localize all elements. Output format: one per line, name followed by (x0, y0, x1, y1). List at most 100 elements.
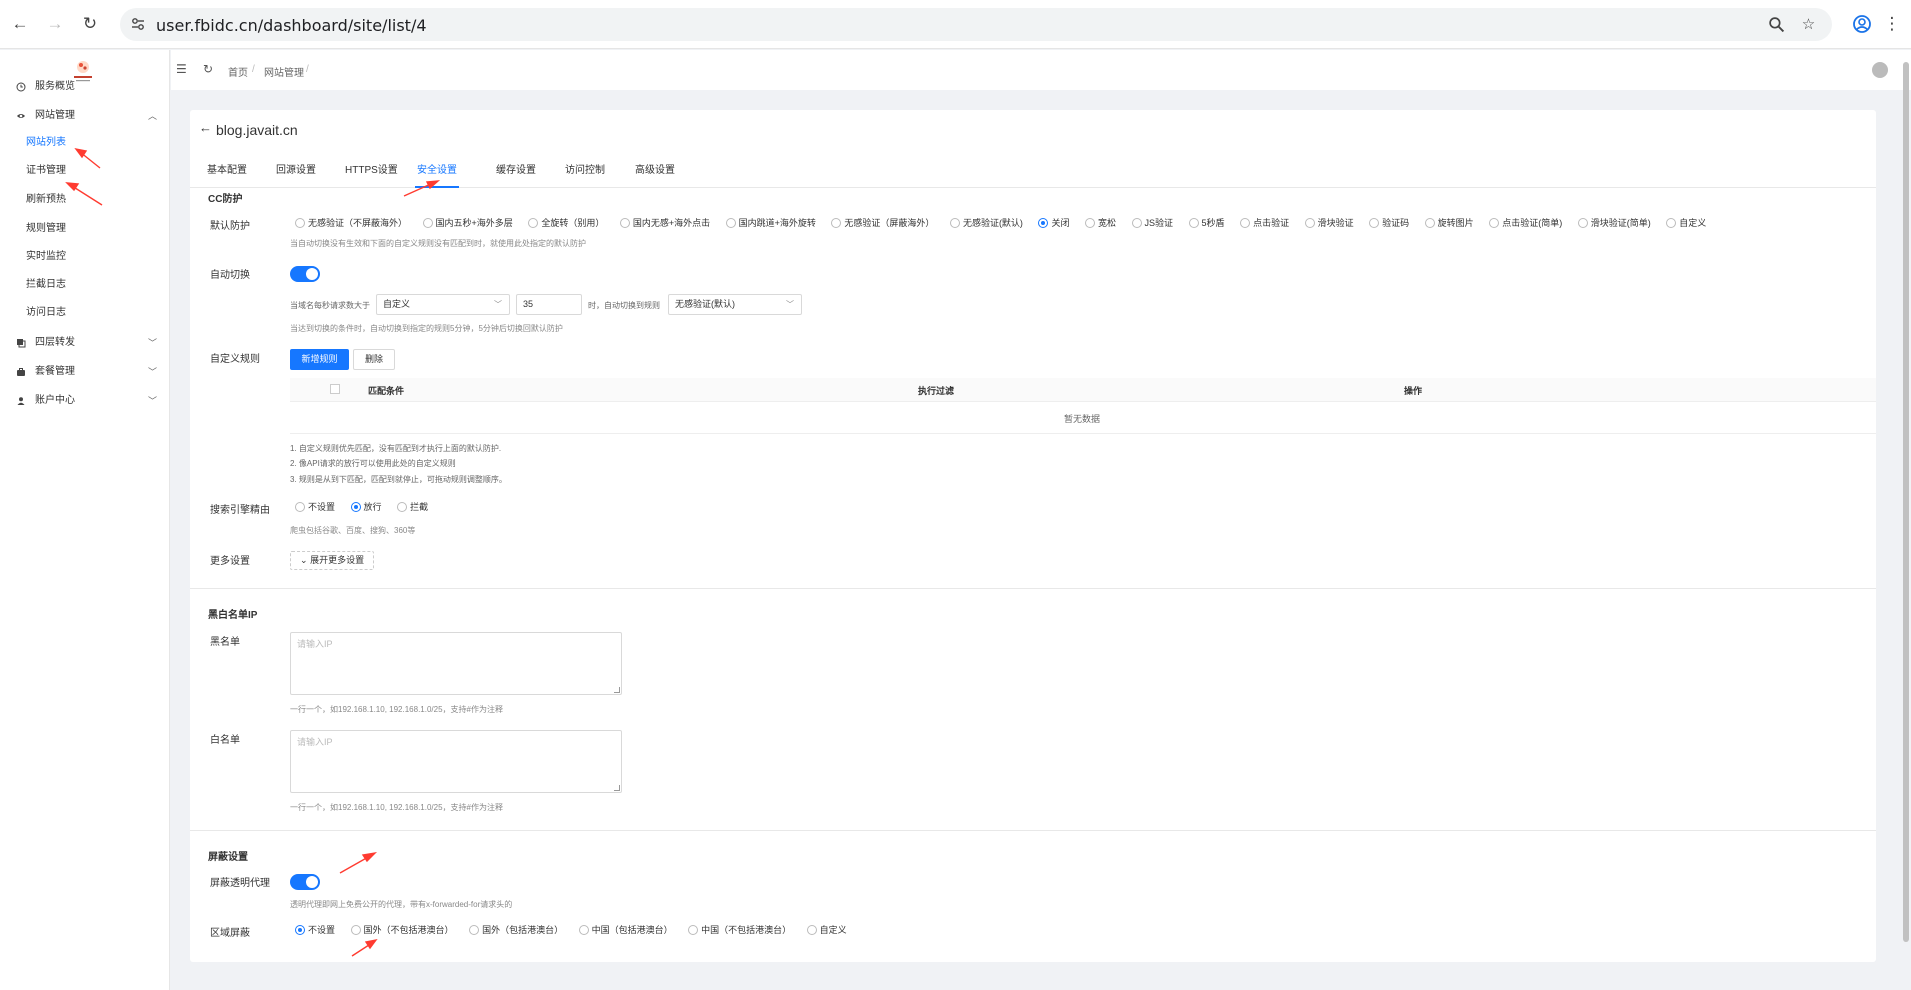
radio-option[interactable]: 点击验证 (1240, 216, 1289, 229)
sidebar-item-monitor[interactable]: 实时监控 (26, 246, 66, 268)
tab-advanced[interactable]: 高级设置 (635, 161, 675, 188)
sidebar-item-certificates[interactable]: 证书管理 (26, 160, 66, 182)
radio-option[interactable]: 国外（包括港澳台） (469, 923, 563, 936)
radio-option[interactable]: 验证码 (1369, 216, 1409, 229)
blacklist-textarea[interactable]: 请输入IP (290, 632, 622, 695)
radio-option[interactable]: 自定义 (806, 923, 847, 936)
search-engine-radios: 不设置 放行 拦截 (295, 500, 441, 514)
site-settings-icon[interactable] (130, 16, 146, 32)
search-engine-label: 搜索引擎精由 (210, 505, 270, 516)
whitelist-hint: 一行一个，如192.168.1.10, 192.168.1.0/25，支持#作为… (290, 803, 503, 812)
tab-access-control[interactable]: 访问控制 (565, 161, 605, 188)
add-rule-button[interactable]: 新增规则 (290, 349, 349, 370)
top-bar: ☰ ↻ 首页 / 网站管理 / (171, 50, 1911, 90)
radio-option[interactable]: 全旋转（别用） (528, 216, 604, 229)
radio-option[interactable]: 中国（不包括港澳台） (688, 923, 791, 936)
auto-switch-rule-select[interactable]: 无感验证(默认) ﹀ (668, 294, 802, 315)
radio-option[interactable]: 中国（包括港澳台） (578, 923, 673, 936)
radio-option[interactable]: JS验证 (1131, 216, 1173, 229)
menu-item-overview[interactable]: 服务概览 (0, 75, 170, 99)
column-action: 执行过滤 (918, 386, 955, 396)
transparent-proxy-hint: 透明代理即网上免费公开的代理，带有x-forwarded-for请求头的 (290, 900, 513, 909)
url-text[interactable]: user.fbidc.cn/dashboard/site/list/4 (156, 16, 427, 35)
auto-switch-prefix: 当域名每秒请求数大于 (290, 301, 370, 310)
site-settings-card: ← blog.javait.cn 基本配置 回源设置 HTTPS设置 安全设置 … (190, 110, 1876, 962)
radio-option[interactable]: 滑块验证(简单) (1577, 216, 1651, 229)
refresh-icon[interactable]: ↻ (203, 63, 215, 75)
radio-option[interactable]: 点击验证(简单) (1489, 216, 1562, 229)
search-engine-hint: 爬虫包括谷歌、百度、搜狗、360等 (290, 526, 416, 535)
radio-option[interactable]: 国内无感+海外点击 (619, 216, 710, 229)
chevron-down-icon: ⌄ (300, 555, 308, 565)
section-divider (190, 830, 1876, 831)
radio-option[interactable]: 国内跳道+海外旋转 (725, 216, 816, 229)
radio-option[interactable]: 国外（不包括港澳台） (350, 923, 454, 936)
menu-kebab-icon[interactable]: ⋮ (1882, 14, 1902, 34)
delete-rule-button[interactable]: 删除 (353, 349, 395, 370)
tab-origin[interactable]: 回源设置 (276, 161, 316, 188)
sidebar-item-refresh-prefetch[interactable]: 刷新预热 (26, 189, 66, 211)
page-title: blog.javait.cn (216, 122, 298, 138)
tab-basic[interactable]: 基本配置 (207, 161, 247, 188)
auto-switch-hint: 当达到切换的条件时，自动切换到指定的规则5分钟，5分钟后切换回默认防护 (290, 324, 563, 333)
profile-icon[interactable] (1852, 14, 1872, 34)
radio-option[interactable]: 滑块验证 (1304, 216, 1354, 229)
sidebar-item-rules[interactable]: 规则管理 (26, 218, 66, 240)
tab-security[interactable]: 安全设置 (415, 161, 459, 188)
radio-option-selected[interactable]: 不设置 (295, 923, 335, 936)
transparent-proxy-toggle[interactable] (290, 874, 320, 890)
ip-section-title: 黑白名单IP (208, 610, 258, 621)
more-settings-label: 更多设置 (210, 556, 250, 567)
tab-https[interactable]: HTTPS设置 (345, 161, 398, 188)
radio-option[interactable]: 不设置 (295, 500, 335, 513)
radio-option[interactable]: 自定义 (1666, 216, 1706, 229)
back-arrow-icon[interactable]: ← (199, 120, 212, 135)
radio-option[interactable]: 国内五秒+海外多层 (422, 216, 513, 229)
page-scrollbar[interactable] (1903, 62, 1909, 942)
collapse-menu-icon[interactable]: ☰ (176, 63, 188, 75)
radio-option[interactable]: 无感验证（屏蔽海外） (831, 216, 934, 229)
default-protection-radios: 无感验证（不屏蔽海外） 国内五秒+海外多层 全旋转（别用） 国内无感+海外点击 … (295, 216, 1719, 230)
blacklist-label: 黑名单 (210, 637, 240, 648)
back-icon[interactable]: ← (10, 14, 30, 34)
browser-toolbar: ← → ↻ user.fbidc.cn/dashboard/site/list/… (0, 0, 1911, 49)
menu-label: 网站管理 (35, 110, 75, 121)
forward-icon[interactable]: → (45, 14, 65, 34)
menu-item-site-management[interactable]: 网站管理 ︿ (0, 104, 170, 128)
breadcrumb-home[interactable]: 首页 (228, 64, 248, 79)
menu-label: 账户中心 (35, 395, 75, 406)
expand-more-settings-button[interactable]: ⌄ 展开更多设置 (290, 551, 375, 570)
select-all-checkbox[interactable] (330, 384, 340, 394)
zoom-icon[interactable] (1768, 16, 1785, 33)
address-bar[interactable]: user.fbidc.cn/dashboard/site/list/4 ☆ (120, 8, 1832, 41)
auto-switch-middle: 时，自动切换到规则 (588, 301, 660, 310)
sidebar-item-site-list[interactable]: 网站列表 (26, 132, 66, 154)
menu-item-plans[interactable]: 套餐管理 ﹀ (0, 360, 170, 384)
menu-item-account[interactable]: 账户中心 ﹀ (0, 389, 170, 413)
auto-switch-mode-select[interactable]: 自定义 ﹀ (376, 294, 510, 315)
tab-cache[interactable]: 缓存设置 (496, 161, 536, 188)
radio-option[interactable]: 无感验证(默认) (949, 216, 1023, 229)
column-match: 匹配条件 (368, 386, 405, 396)
auto-switch-toggle[interactable] (290, 266, 320, 282)
radio-option[interactable]: 宽松 (1084, 216, 1116, 229)
auto-switch-label: 自动切换 (210, 270, 250, 281)
radio-option-selected[interactable]: 关闭 (1038, 216, 1069, 229)
radio-option[interactable]: 5秒盾 (1188, 216, 1225, 229)
avatar[interactable] (1872, 62, 1888, 78)
menu-label: 四层转发 (35, 337, 75, 348)
menu-item-l4-forward[interactable]: 四层转发 ﹀ (0, 331, 170, 355)
breadcrumb-site-management[interactable]: 网站管理 (264, 64, 304, 79)
sidebar-item-block-log[interactable]: 拦截日志 (26, 274, 66, 296)
whitelist-textarea[interactable]: 请输入IP (290, 730, 622, 793)
table-header: 匹配条件 执行过滤 操作 (290, 378, 1876, 402)
breadcrumb-separator: / (306, 64, 309, 75)
radio-option-selected[interactable]: 放行 (350, 500, 382, 513)
sidebar-item-access-log[interactable]: 访问日志 (26, 302, 66, 324)
radio-option[interactable]: 拦截 (397, 500, 428, 513)
rps-threshold-input[interactable]: 35 (516, 294, 582, 315)
radio-option[interactable]: 无感验证（不屏蔽海外） (295, 216, 407, 229)
reload-icon[interactable]: ↻ (80, 14, 100, 34)
bookmark-star-icon[interactable]: ☆ (1800, 16, 1817, 33)
radio-option[interactable]: 旋转图片 (1424, 216, 1474, 229)
